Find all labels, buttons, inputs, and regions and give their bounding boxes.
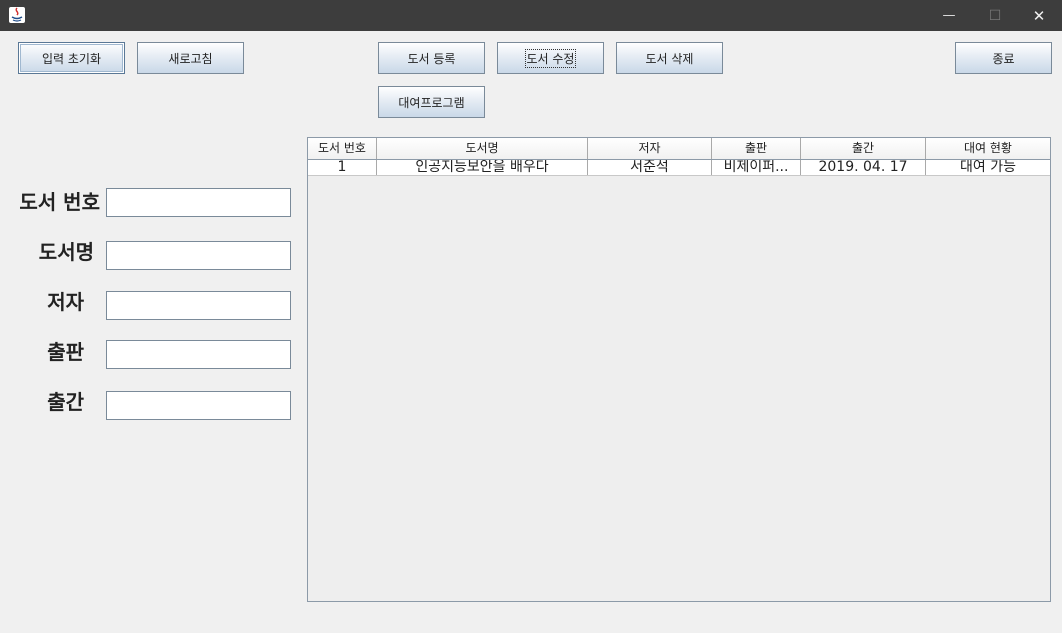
table-header: 도서 번호 도서명 저자 출판 출간 대여 현황 (308, 138, 1050, 160)
publisher-input[interactable] (106, 340, 291, 369)
table-cell: 2019. 04. 17 (801, 160, 926, 175)
column-header[interactable]: 저자 (588, 138, 712, 159)
register-book-button[interactable]: 도서 등록 (378, 42, 485, 74)
book-table[interactable]: 도서 번호 도서명 저자 출판 출간 대여 현황 1 인공지능보안을 배우다 서… (307, 137, 1051, 602)
title-bar: — ☐ ✕ (0, 0, 1062, 31)
edit-book-label: 도서 수정 (524, 48, 577, 68)
published-date-input[interactable] (106, 391, 291, 420)
author-label: 저자 (47, 290, 84, 314)
reset-input-button[interactable]: 입력 초기화 (18, 42, 125, 74)
table-cell: 인공지능보안을 배우다 (377, 160, 588, 175)
table-cell: 서준석 (588, 160, 712, 175)
close-button[interactable]: ✕ (1016, 0, 1062, 31)
minimize-icon: — (942, 8, 956, 23)
column-header[interactable]: 출간 (801, 138, 926, 159)
minimize-button[interactable]: — (926, 0, 972, 31)
book-title-input[interactable] (106, 241, 291, 270)
close-icon: ✕ (1032, 6, 1046, 25)
java-app-icon (9, 7, 25, 23)
exit-button[interactable]: 종료 (955, 42, 1052, 74)
maximize-icon: ☐ (988, 7, 1002, 24)
published-date-label: 출간 (47, 390, 84, 414)
delete-book-button[interactable]: 도서 삭제 (616, 42, 723, 74)
book-number-input[interactable] (106, 188, 291, 217)
table-row[interactable]: 1 인공지능보안을 배우다 서준석 비제이퍼... 2019. 04. 17 대… (308, 160, 1050, 176)
book-title-label: 도서명 (38, 240, 94, 264)
book-number-label: 도서 번호 (19, 190, 100, 214)
author-input[interactable] (106, 291, 291, 320)
edit-book-button[interactable]: 도서 수정 (497, 42, 604, 74)
column-header[interactable]: 대여 현황 (926, 138, 1050, 159)
rental-program-button[interactable]: 대여프로그램 (378, 86, 485, 118)
maximize-button[interactable]: ☐ (972, 0, 1018, 31)
publisher-label: 출판 (47, 340, 84, 364)
table-cell: 비제이퍼... (712, 160, 801, 175)
column-header[interactable]: 출판 (712, 138, 801, 159)
table-cell: 1 (308, 160, 377, 175)
table-cell: 대여 가능 (960, 160, 1016, 175)
column-header[interactable]: 도서 번호 (308, 138, 377, 159)
column-header[interactable]: 도서명 (377, 138, 588, 159)
refresh-button[interactable]: 새로고침 (137, 42, 244, 74)
